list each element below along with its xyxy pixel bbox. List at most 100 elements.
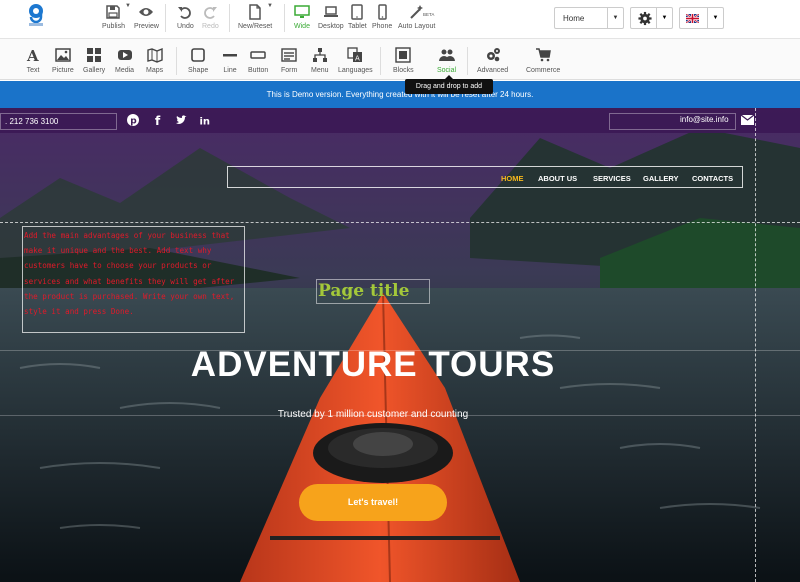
line-icon xyxy=(223,54,237,57)
divider xyxy=(284,4,285,32)
save-icon xyxy=(106,5,121,19)
blocks-element-label: Blocks xyxy=(393,67,414,74)
new-reset-label: New/Reset xyxy=(238,23,273,30)
svg-text:A: A xyxy=(26,47,39,63)
advanced-element-button[interactable]: Advanced xyxy=(477,47,508,74)
social-element-label: Social xyxy=(437,67,457,74)
tablet-icon xyxy=(351,4,364,20)
blocks-element-button[interactable]: Blocks xyxy=(393,47,414,74)
gear-icon xyxy=(638,11,652,26)
demo-banner: This is Demo version. Everything created… xyxy=(0,81,800,108)
text-icon: A xyxy=(26,47,39,63)
social-element-button[interactable]: Social xyxy=(437,47,456,74)
svg-text:A: A xyxy=(355,55,360,63)
tooltip: Drag and drop to add xyxy=(405,75,493,94)
languages-element-button[interactable]: A Languages xyxy=(338,47,373,74)
phone-label: Phone xyxy=(372,23,393,30)
beta-badge: BETA xyxy=(423,12,435,17)
publish-caret-icon[interactable]: ▼ xyxy=(125,3,131,9)
nav-item-gallery[interactable]: GALLERY xyxy=(643,174,679,183)
language-button[interactable]: ▼ xyxy=(679,7,724,29)
advantages-text-block[interactable]: Add the main advantages of your business… xyxy=(22,226,245,333)
page-canvas[interactable]: . 212 736 3100 p f in info@site.info HOM… xyxy=(0,108,800,582)
line-element-button[interactable]: Line xyxy=(222,47,238,74)
svg-text:f: f xyxy=(155,114,161,126)
button-element-label: Button xyxy=(248,67,269,74)
picture-element-button[interactable]: Picture xyxy=(52,47,74,74)
desktop-view-button[interactable]: Desktop xyxy=(318,4,344,30)
nav-item-home[interactable]: HOME xyxy=(501,174,524,183)
page-title[interactable]: Page title xyxy=(316,279,430,304)
linkedin-icon[interactable]: in xyxy=(199,114,211,127)
picture-icon xyxy=(55,48,71,62)
eye-icon xyxy=(139,8,154,16)
media-icon xyxy=(117,50,132,60)
nav-item-about[interactable]: ABOUT US xyxy=(538,174,577,183)
hero-subtitle[interactable]: Trusted by 1 million customer and counti… xyxy=(0,409,746,420)
nav-item-services[interactable]: SERVICES xyxy=(593,174,631,183)
redo-icon xyxy=(204,7,218,19)
languages-icon: A xyxy=(347,47,363,63)
page-select[interactable]: Home ▼ xyxy=(554,7,624,29)
maps-element-label: Maps xyxy=(146,67,164,74)
nav-item-contacts[interactable]: CONTACTS xyxy=(692,174,733,183)
mail-icon[interactable] xyxy=(741,115,754,125)
auto-layout-button[interactable]: Auto Layout xyxy=(398,4,435,30)
shape-element-label: Shape xyxy=(188,67,209,74)
media-element-button[interactable]: Media xyxy=(115,47,134,74)
social-icon xyxy=(438,49,455,61)
phone-number[interactable]: . 212 736 3100 xyxy=(0,113,117,130)
logo-icon[interactable] xyxy=(27,3,45,27)
media-element-label: Media xyxy=(115,67,135,74)
divider xyxy=(467,47,468,75)
shape-element-button[interactable]: Shape xyxy=(188,47,208,74)
desktop-label: Desktop xyxy=(318,23,344,30)
hero-title[interactable]: ADVENTURE TOURS xyxy=(0,345,746,385)
new-reset-caret-icon[interactable]: ▼ xyxy=(267,3,273,9)
email-address[interactable]: info@site.info xyxy=(680,115,729,124)
advanced-icon xyxy=(486,48,500,62)
undo-icon xyxy=(178,7,192,19)
phone-view-button[interactable]: Phone xyxy=(372,4,392,30)
elements-toolbar: A Text Picture Gallery Media Maps Shape … xyxy=(0,38,800,80)
form-element-button[interactable]: Form xyxy=(281,47,297,74)
svg-text:in: in xyxy=(200,117,211,127)
gallery-element-button[interactable]: Gallery xyxy=(83,47,105,74)
button-element-button[interactable]: Button xyxy=(248,47,268,74)
chevron-down-icon: ▼ xyxy=(656,8,672,28)
site-nav-menu: HOME ABOUT US SERVICES GALLERY CONTACTS xyxy=(227,166,743,188)
laptop-icon xyxy=(323,6,338,17)
settings-button[interactable]: ▼ xyxy=(630,7,673,29)
undo-button[interactable]: Undo xyxy=(177,4,194,30)
preview-button[interactable]: Preview xyxy=(134,4,159,30)
uk-flag-icon xyxy=(686,14,699,23)
advanced-element-label: Advanced xyxy=(477,67,509,74)
section-guide-line xyxy=(755,108,756,582)
twitter-icon[interactable] xyxy=(175,114,187,126)
tablet-label: Tablet xyxy=(348,23,367,30)
facebook-icon[interactable]: f xyxy=(152,114,164,126)
text-element-button[interactable]: A Text xyxy=(25,47,41,74)
phone-icon xyxy=(378,4,387,20)
cta-button[interactable]: Let's travel! xyxy=(299,484,447,521)
site-builder-app: Publish ▼ Preview Undo Redo New/Reset ▼ … xyxy=(0,0,800,582)
form-icon xyxy=(281,48,297,62)
section-guide-line xyxy=(0,222,800,223)
wide-label: Wide xyxy=(294,23,310,30)
wide-view-button[interactable]: Wide xyxy=(294,4,310,30)
picture-element-label: Picture xyxy=(52,67,74,74)
publish-button[interactable]: Publish xyxy=(102,4,125,30)
gallery-element-label: Gallery xyxy=(83,67,106,74)
redo-button[interactable]: Redo xyxy=(202,4,219,30)
divider xyxy=(380,47,381,75)
tablet-view-button[interactable]: Tablet xyxy=(348,4,367,30)
new-page-icon xyxy=(249,4,261,20)
preview-label: Preview xyxy=(134,23,159,30)
menu-element-button[interactable]: Menu xyxy=(311,47,329,74)
commerce-element-button[interactable]: Commerce xyxy=(526,47,560,74)
button-icon xyxy=(250,51,266,59)
menu-icon xyxy=(312,48,327,62)
pinterest-icon[interactable]: p xyxy=(127,114,139,126)
maps-element-button[interactable]: Maps xyxy=(146,47,163,74)
divider xyxy=(229,4,230,32)
